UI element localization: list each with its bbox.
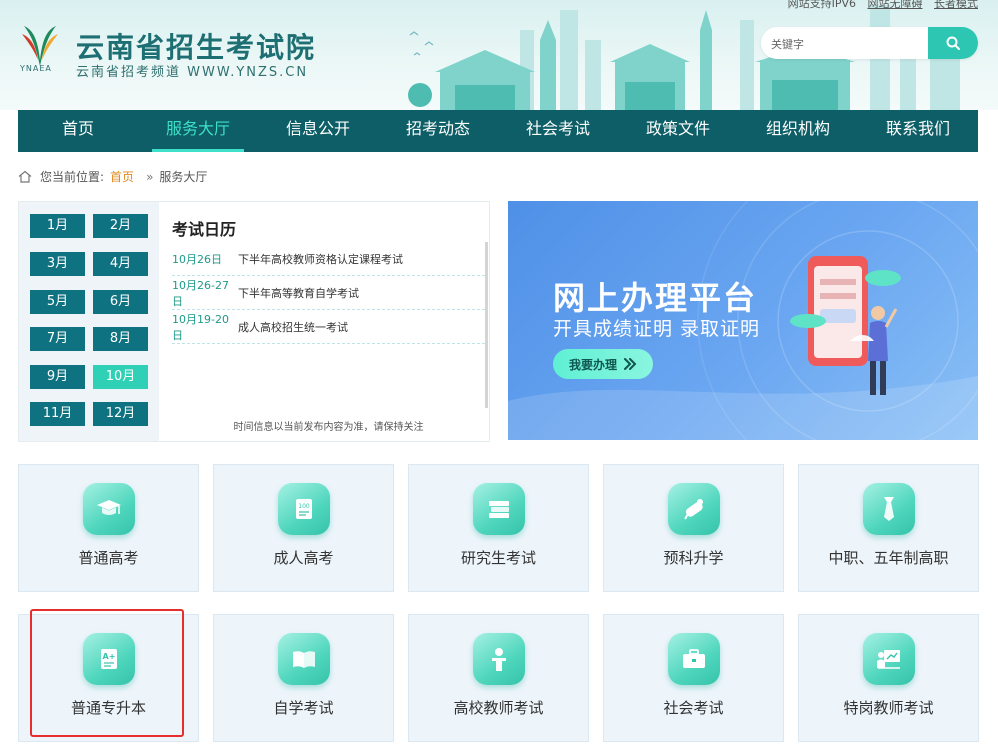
ipv6-notice: 网站支持IPV6 [787,0,856,10]
tile-social-exams[interactable]: 社会考试 [603,614,784,742]
search-icon [946,36,960,50]
calendar-note: 时间信息以当前发布内容为准，请保持关注 [233,422,424,433]
calendar-title: 考试日历 [172,220,237,239]
nav-item-home[interactable]: 首页 [18,110,138,152]
phone-person-illustration [790,256,901,395]
certificate-scroll-icon: 100 [278,483,330,535]
search-button[interactable] [928,27,978,59]
tile-gaokao[interactable]: 普通高考 [18,464,199,592]
month-button-11[interactable]: 11月 [30,402,85,426]
month-button-7[interactable]: 7月 [30,327,85,351]
open-book-icon [278,633,330,685]
breadcrumb-separator: » [146,169,154,184]
tile-label: 社会考试 [663,699,724,717]
calendar-scrollbar[interactable] [485,242,488,408]
tile-preparatory[interactable]: 预科升学 [603,464,784,592]
tile-special-post-teacher[interactable]: 特岗教师考试 [798,614,979,742]
nav-item-social-exams[interactable]: 社会考试 [498,110,618,152]
tile-label: 高校教师考试 [453,699,544,717]
month-button-1[interactable]: 1月 [30,214,85,238]
nav-item-contact[interactable]: 联系我们 [858,110,978,152]
breadcrumb: 您当前位置: 首页 » 服务大厅 [18,168,207,185]
calendar-event-list: 10月26日 下半年高校教师资格认定课程考试 10月26-27日 下半年高等教育… [172,242,485,344]
apply-now-label: 我要办理 [568,357,617,372]
tile-label: 自学考试 [273,699,334,717]
event-date: 10月19-20日 [172,312,229,342]
home-icon [18,170,32,183]
event-date: 10月26日 [172,252,222,266]
necktie-icon [863,483,915,535]
tile-upgrade-undergrad[interactable]: A+ 普通专升本 [18,614,199,742]
event-title: 下半年高校教师资格认定课程考试 [238,252,403,266]
breadcrumb-current: 服务大厅 [159,170,208,184]
teacher-icon [473,633,525,685]
tile-label: 中职、五年制高职 [828,549,949,567]
nav-item-exam-news[interactable]: 招考动态 [378,110,498,152]
month-button-12[interactable]: 12月 [93,402,148,426]
breadcrumb-prefix: 您当前位置: [40,170,105,184]
month-button-9[interactable]: 9月 [30,365,85,389]
site-title: 云南省招生考试院 [76,31,317,64]
logo-abbreviation: YNAEA [20,64,52,73]
search-input[interactable] [769,33,923,55]
tile-label: 普通专升本 [70,699,146,717]
site-header: YNAEA 云南省招生考试院 云南省招考频道 WWW.YNZS.CN 网站支持I… [0,0,998,110]
tile-label: 预科升学 [663,549,724,567]
nav-item-info-disclosure[interactable]: 信息公开 [258,110,378,152]
grade-document-icon: A+ [83,633,135,685]
nav-item-organization[interactable]: 组织机构 [738,110,858,152]
nav-item-service-hall[interactable]: 服务大厅 [138,110,258,152]
tile-vocational[interactable]: 中职、五年制高职 [798,464,979,592]
event-title: 下半年高等教育自学考试 [238,286,359,300]
month-button-8[interactable]: 8月 [93,327,148,351]
accessible-link[interactable]: 网站无障碍 [868,0,923,10]
calendar-event-row[interactable]: 10月19-20日 成人高校招生统一考试 [172,310,485,344]
tile-label: 成人高考 [273,549,334,567]
teacher-board-icon [863,633,915,685]
search-box [761,27,978,59]
month-button-3[interactable]: 3月 [30,252,85,276]
tile-label: 普通高考 [78,549,139,567]
book-stack-icon [473,483,525,535]
month-panel: 1月 2月 3月 4月 5月 6月 7月 8月 9月 10月 11月 12月 [19,202,159,441]
tile-label: 特岗教师考试 [843,699,934,717]
online-service-banner[interactable]: 网上办理平台 开具成绩证明 录取证明 我要办理 [508,201,978,440]
banner-title: 网上办理平台 [553,279,758,317]
graduation-cap-icon [83,483,135,535]
calendar-event-row[interactable]: 10月26日 下半年高校教师资格认定课程考试 [172,242,485,276]
briefcase-icon [668,633,720,685]
svg-text:100: 100 [298,503,310,510]
breadcrumb-home-link[interactable]: 首页 [110,168,134,185]
nav-item-policy-docs[interactable]: 政策文件 [618,110,738,152]
calendar-event-row[interactable]: 10月26-27日 下半年高等教育自学考试 [172,276,485,310]
month-button-10[interactable]: 10月 [93,365,148,389]
top-links: 网站支持IPV6 网站无障碍 长者模式 [780,0,978,11]
elder-mode-link[interactable]: 长者模式 [934,0,978,10]
site-subtitle: 云南省招考频道 WWW.YNZS.CN [76,65,309,80]
month-button-4[interactable]: 4月 [93,252,148,276]
apply-now-button[interactable]: 我要办理 [553,349,653,379]
tile-label: 研究生考试 [460,549,536,567]
event-title: 成人高校招生统一考试 [238,320,348,334]
exam-calendar: 1月 2月 3月 4月 5月 6月 7月 8月 9月 10月 11月 12月 考… [18,201,490,442]
main-nav: 首页 服务大厅 信息公开 招考动态 社会考试 政策文件 组织机构 联系我们 [18,110,978,152]
tile-self-study[interactable]: 自学考试 [213,614,394,742]
tile-postgraduate[interactable]: 研究生考试 [408,464,589,592]
tile-college-teacher[interactable]: 高校教师考试 [408,614,589,742]
event-date: 10月26-27日 [172,278,229,308]
tile-adult-gaokao[interactable]: 100 成人高考 [213,464,394,592]
svg-text:A+: A+ [103,652,116,661]
month-button-2[interactable]: 2月 [93,214,148,238]
banner-subtitle: 开具成绩证明 录取证明 [553,318,761,340]
diploma-roll-icon [668,483,720,535]
month-button-5[interactable]: 5月 [30,290,85,314]
month-button-6[interactable]: 6月 [93,290,148,314]
double-chevron-right-icon [624,358,637,370]
